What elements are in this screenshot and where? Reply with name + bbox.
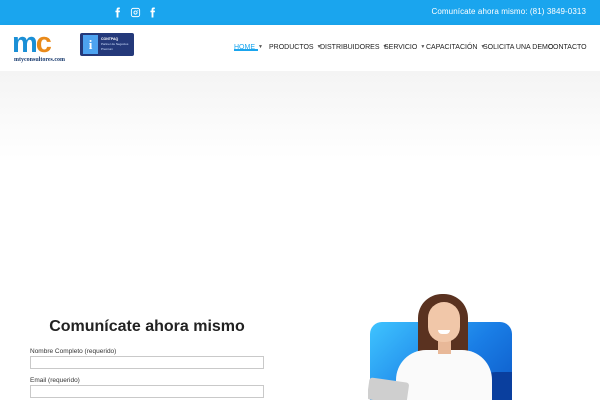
contpaqi-partner-badge: i CONTPAQ Partner de Negocios Premium <box>80 33 134 56</box>
woman-with-tablet-image <box>368 292 512 400</box>
email-label: Email (requerido) <box>30 377 80 384</box>
nav-item-solicita-demo[interactable]: SOLICITA UNA DEMO <box>483 40 553 54</box>
badge-line-1: CONTPAQ <box>101 37 119 41</box>
chevron-down-icon: ▼ <box>258 44 263 50</box>
nav-active-underline <box>234 49 258 51</box>
nav-item-productos[interactable]: PRODUCTOS ▼ <box>269 40 322 54</box>
instagram-icon[interactable] <box>129 4 141 20</box>
logo-mark: mc <box>12 27 52 59</box>
nav-item-home[interactable]: HOME ▼ <box>234 40 263 54</box>
full-name-field[interactable] <box>30 356 264 369</box>
main-header: mc mtyconsultores.com i CONTPAQ Partner … <box>0 25 600 71</box>
top-bar: Comunícate ahora mismo: (81) 3849-0313 <box>0 0 600 25</box>
site-logo[interactable]: mc mtyconsultores.com <box>12 29 72 67</box>
logo-text: mtyconsultores.com <box>14 57 66 63</box>
facebook-icon[interactable] <box>111 4 123 20</box>
chevron-down-icon: ▼ <box>420 44 426 50</box>
top-contact-phone-link[interactable]: Comunícate ahora mismo: (81) 3849-0313 <box>431 7 586 16</box>
hero-banner <box>0 71 600 291</box>
form-title: Comunícate ahora mismo <box>49 318 245 335</box>
nav-item-contacto[interactable]: CONTACTO <box>548 40 587 54</box>
badge-line-2: Partner de Negocios <box>101 42 129 46</box>
full-name-label: Nombre Completo (requerido) <box>30 348 117 355</box>
nav-item-capacitacion[interactable]: CAPACITACIÓN ▼ <box>426 40 485 54</box>
nav-item-distribuidores[interactable]: DISTRIBUIDORES ▼ <box>320 40 387 54</box>
email-field[interactable] <box>30 385 264 398</box>
badge-i-icon: i <box>83 35 98 54</box>
badge-line-3: Premium <box>101 47 114 51</box>
nav-item-servicio[interactable]: SERVICIO ▼ <box>384 40 425 54</box>
facebook-icon[interactable] <box>146 4 158 20</box>
